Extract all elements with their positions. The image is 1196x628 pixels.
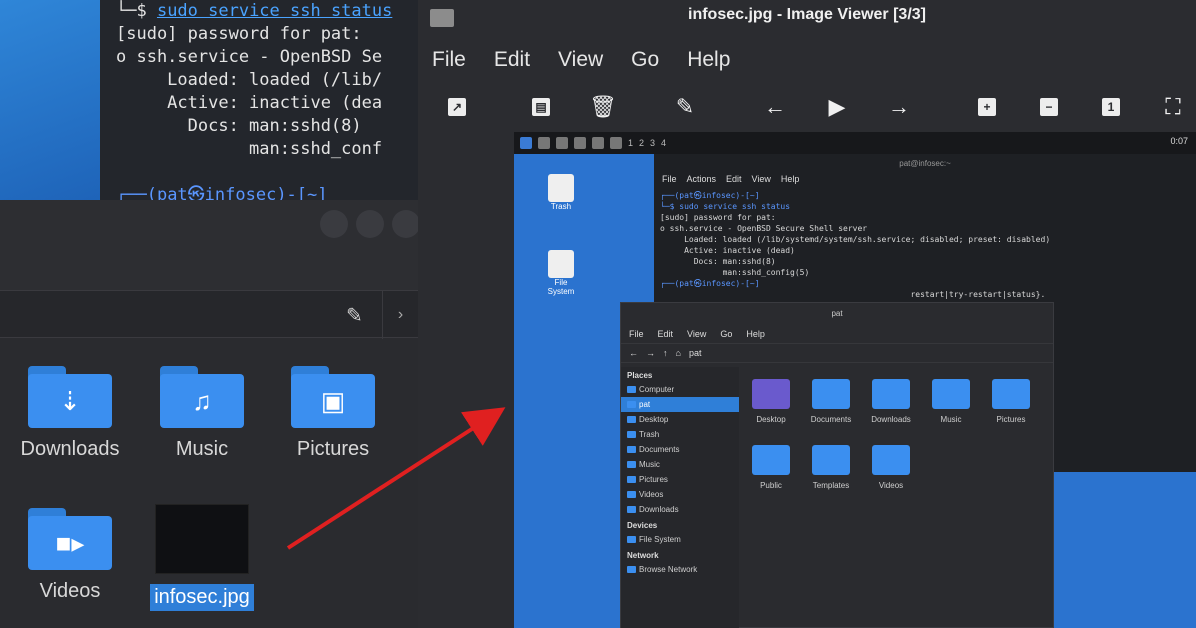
terminal-line: Loaded: loaded (/lib/ xyxy=(116,70,383,90)
actual-size-icon[interactable]: 1 xyxy=(1094,90,1128,124)
folder-music[interactable]: ♫ Music xyxy=(142,366,262,461)
terminal-line: Docs: man:sshd(8) xyxy=(116,116,362,136)
terminal-line: └─$ sudo service ssh status xyxy=(116,1,393,21)
inner-desktop-corner xyxy=(1054,472,1196,628)
workspace-1: 1 xyxy=(628,138,634,148)
terminal-line: Active: inactive (dea xyxy=(116,93,383,113)
file-manager-window[interactable]: ✎ › ⇣ Downloads ♫ Music ▣ Pictures ■▸ Vi… xyxy=(0,200,420,628)
inner-file-manager: pat File Edit View Go Help ← → ↑ ⌂ pat Places Co… xyxy=(620,302,1054,628)
pencil-icon[interactable]: ✎ xyxy=(346,303,370,327)
path-bar[interactable]: ✎ › xyxy=(0,290,418,339)
music-note-icon: ♫ xyxy=(160,366,244,428)
inner-clock: 0:07 xyxy=(1170,136,1188,146)
inner-trash-icon: Trash xyxy=(542,174,580,211)
folder-pictures[interactable]: ▣ Pictures xyxy=(273,366,393,461)
workspace-3: 3 xyxy=(650,138,656,148)
maximize-button[interactable] xyxy=(356,210,384,238)
open-icon[interactable]: ↗ xyxy=(440,90,474,124)
terminal-line: man:sshd_conf xyxy=(116,139,383,159)
home-icon: ⌂ xyxy=(675,348,681,358)
download-icon: ⇣ xyxy=(28,366,112,428)
close-button[interactable] xyxy=(392,210,420,238)
workspace-2: 2 xyxy=(639,138,645,148)
zoom-out-icon[interactable]: − xyxy=(1032,90,1066,124)
chevron-right-icon[interactable]: › xyxy=(382,291,418,339)
terminal-window[interactable]: └─$ sudo service ssh status [sudo] passw… xyxy=(100,0,430,205)
menu-help[interactable]: Help xyxy=(687,48,730,72)
menu-edit[interactable]: Edit xyxy=(494,48,530,72)
file-manager-titlebar xyxy=(0,200,420,290)
minimize-button[interactable] xyxy=(320,210,348,238)
folder-downloads[interactable]: ⇣ Downloads xyxy=(10,366,130,461)
video-camera-icon: ■▸ xyxy=(28,508,112,570)
menu-view[interactable]: View xyxy=(558,48,603,72)
picture-icon: ▣ xyxy=(291,366,375,428)
edit-icon[interactable]: ✎ xyxy=(668,90,702,124)
inner-fm-menu: File Edit View Go Help xyxy=(629,329,765,339)
menu-file[interactable]: File xyxy=(432,48,466,72)
delete-icon[interactable]: 🗑 xyxy=(586,90,620,124)
workspace-4: 4 xyxy=(661,138,667,148)
inner-fm-grid: Desktop Documents Downloads Music Pictur… xyxy=(739,367,1055,628)
toolbar: ↗ ▤ 🗑 ✎ ← ▶ → + − 1 ⛶ xyxy=(418,84,1196,130)
save-icon[interactable]: ▤ xyxy=(524,90,558,124)
back-arrow-icon[interactable]: ← xyxy=(758,90,792,124)
forward-arrow-icon[interactable]: → xyxy=(882,90,916,124)
inner-top-panel: 1 2 3 4 0:07 xyxy=(514,132,1196,154)
viewer-titlebar: infosec.jpg - Image Viewer [3/3] xyxy=(418,0,1196,36)
inner-fm-path: ← → ↑ ⌂ pat xyxy=(621,343,1053,363)
desktop-background xyxy=(0,0,110,200)
play-icon[interactable]: ▶ xyxy=(820,90,854,124)
file-infosec-jpg[interactable]: infosec.jpg xyxy=(142,504,262,611)
zoom-in-icon[interactable]: + xyxy=(970,90,1004,124)
inner-fm-sidebar: Places Computer pat Desktop Trash Docume… xyxy=(621,367,739,628)
menu-bar: File Edit View Go Help xyxy=(418,40,1196,80)
file-grid: ⇣ Downloads ♫ Music ▣ Pictures ■▸ Videos… xyxy=(0,340,418,628)
image-viewer-window[interactable]: infosec.jpg - Image Viewer [3/3] File Ed… xyxy=(418,0,1196,628)
window-title: infosec.jpg - Image Viewer [3/3] xyxy=(688,6,926,23)
inner-filesystem-icon: File System xyxy=(542,250,580,296)
inner-terminal-menu: File Actions Edit View Help xyxy=(662,174,800,184)
terminal-line: [sudo] password for pat: xyxy=(116,24,362,44)
folder-videos[interactable]: ■▸ Videos xyxy=(10,508,130,603)
terminal-line: o ssh.service - OpenBSD Se xyxy=(116,47,383,67)
image-thumbnail xyxy=(155,504,249,574)
displayed-image[interactable]: 1 2 3 4 0:07 Trash File System pat@infos… xyxy=(514,132,1196,628)
menu-go[interactable]: Go xyxy=(631,48,659,72)
fullscreen-icon[interactable]: ⛶ xyxy=(1156,90,1190,124)
